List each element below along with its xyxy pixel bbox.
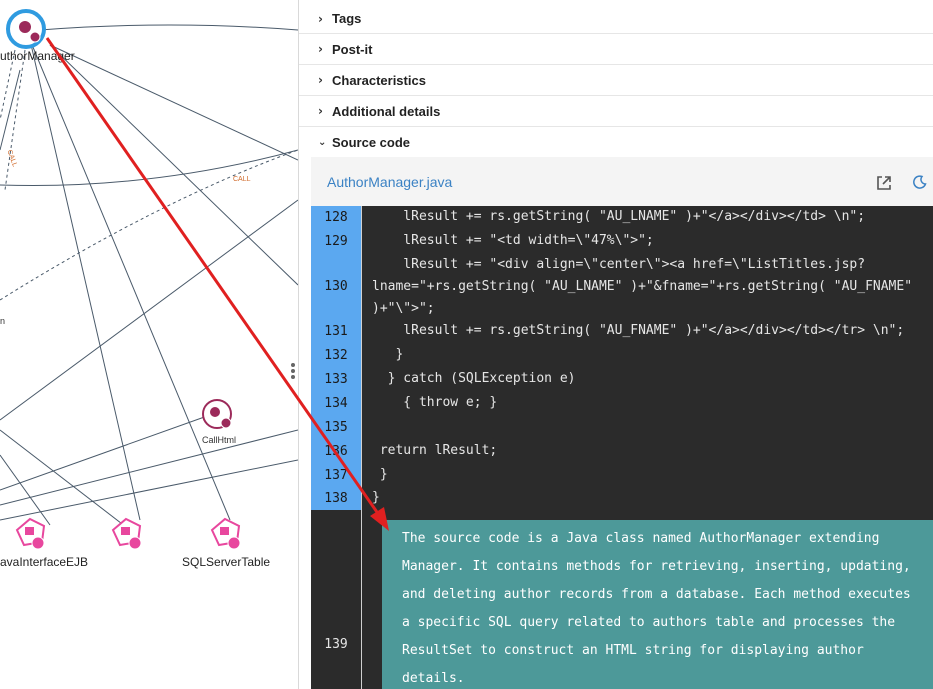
graph-edge [0,429,298,506]
line-number: 138 [311,488,361,510]
gutter-separator [361,206,362,689]
section-additional-details[interactable]: › Additional details [299,96,933,127]
node-authormanager[interactable] [6,9,46,49]
code-line: } [372,490,380,505]
chevron-right-icon: › [318,11,323,26]
graph-edge-call [0,149,298,301]
code-line: return lResult; [372,443,498,458]
line-number: 137 [311,464,361,488]
node-label-partial: n [0,316,6,326]
section-characteristics[interactable]: › Characteristics [299,65,933,96]
app-window: uthorManager CallHtml avaInterfaceEJB SQ… [0,0,933,689]
chevron-right-icon: › [318,73,323,87]
graph-edge [29,39,141,521]
chevron-right-icon: › [318,104,323,118]
code-line-wrap: )+"\">"; [372,301,435,316]
line-number: 135 [311,416,361,440]
section-title: Characteristics [332,72,426,88]
code-line: } [372,347,404,362]
section-title: Source code [332,135,411,150]
graph-edge [0,429,131,531]
node-javainterfaceejb[interactable] [15,517,46,550]
line-number: 139 [311,510,361,689]
line-number: 130 [311,254,361,320]
line-number: 136 [311,440,361,464]
dependency-graph[interactable]: uthorManager CallHtml avaInterfaceEJB SQ… [0,0,298,689]
line-number: 131 [311,320,361,344]
line-number-gutter: 128 129 130 131 132 133 134 135 136 137 … [311,206,361,689]
class-node-icon [210,407,220,417]
code-line: lResult += rs.getString( "AU_LNAME" )+"<… [372,209,866,224]
node-label-authormanager: uthorManager [0,49,75,63]
detail-panel: › Tags › Post-it › Characteristics › Add… [299,0,933,689]
code-line: lResult += "<div align=\"center\"><a hre… [372,257,866,272]
section-tags[interactable]: › Tags [299,0,933,34]
source-header: AuthorManager.java [311,157,933,206]
node-sqlservertable[interactable] [210,517,241,550]
code-line-wrap: lname="+rs.getString( "AU_LNAME" )+"&fna… [372,279,913,294]
code-editor[interactable]: 128 129 130 131 132 133 134 135 136 137 … [311,206,933,689]
line-number: 132 [311,344,361,368]
section-title: Post-it [332,41,373,57]
line-number: 128 [311,206,361,230]
graph-edges [0,24,298,531]
node-table-2[interactable] [111,517,142,550]
section-title: Additional details [332,103,441,119]
node-label-javainterfaceejb: avaInterfaceEJB [0,555,89,569]
graph-edge [39,24,298,31]
section-source-code[interactable]: ⌄ Source code [299,127,933,158]
source-file-link[interactable]: AuthorManager.java [327,174,452,190]
code-line: } [372,467,388,482]
node-callhtml[interactable] [202,399,232,429]
open-external-icon[interactable] [875,174,893,192]
graph-edge [0,149,298,187]
source-viewer: AuthorManager.java 128 129 130 131 132 1… [311,157,933,689]
line-number: 134 [311,392,361,416]
code-line: { throw e; } [372,395,498,410]
edge-label-call: CALL [233,176,251,183]
graph-edge [29,39,231,521]
line-number: 129 [311,230,361,254]
class-node-icon [19,21,31,33]
code-line: lResult += rs.getString( "AU_FNAME" )+"<… [372,323,905,338]
ai-summary-text: The source code is a Java class named Au… [402,531,911,686]
chevron-down-icon: ⌄ [318,137,327,148]
ai-summary-block: The source code is a Java class named Au… [382,520,933,689]
graph-edge [0,459,298,521]
graph-edge [49,44,298,286]
graph-edge [0,199,298,421]
line-number: 133 [311,368,361,392]
chevron-right-icon: › [318,42,323,56]
graph-call-edges [0,49,298,301]
section-post-it[interactable]: › Post-it [299,34,933,65]
code-line: } catch (SQLException e) [372,371,576,386]
graph-canvas[interactable] [0,0,298,689]
graph-edge [0,69,21,151]
splitter-grip-icon[interactable] [288,362,298,382]
node-label-callhtml: CallHtml [202,435,237,445]
graph-edge [49,44,298,161]
code-line: lResult += "<td width=\"47%\">"; [372,233,654,248]
section-title: Tags [332,11,362,26]
node-label-sqlservertable: SQLServerTable [182,555,271,569]
dark-mode-icon[interactable] [913,175,927,189]
